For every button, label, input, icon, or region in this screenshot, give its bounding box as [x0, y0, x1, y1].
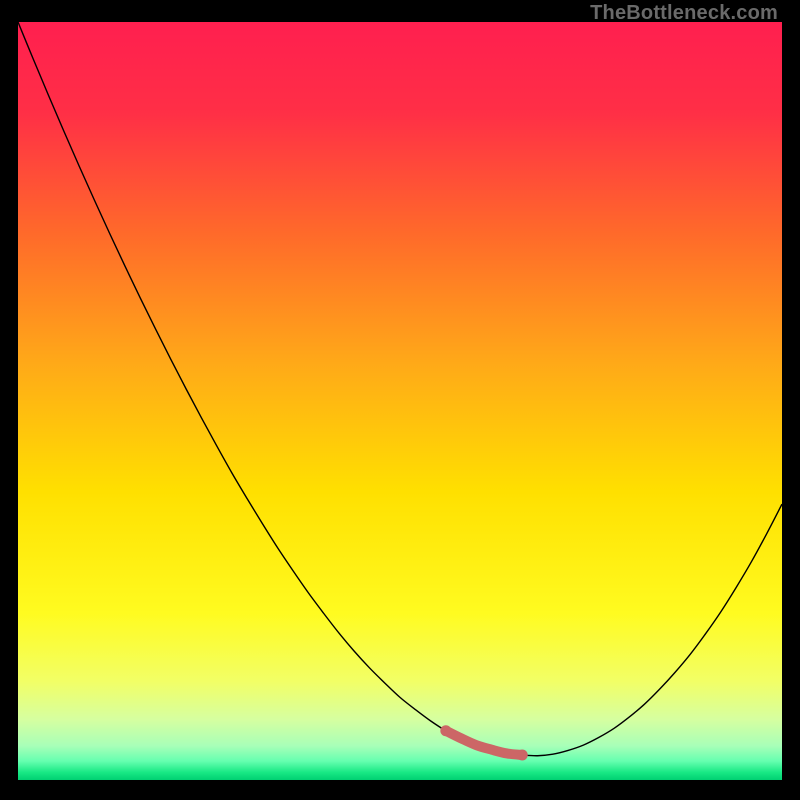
watermark-text: TheBottleneck.com: [590, 2, 778, 25]
chart-frame: TheBottleneck.com: [0, 0, 800, 800]
plot-area: [18, 22, 782, 780]
bottleneck-curve: [18, 22, 782, 780]
